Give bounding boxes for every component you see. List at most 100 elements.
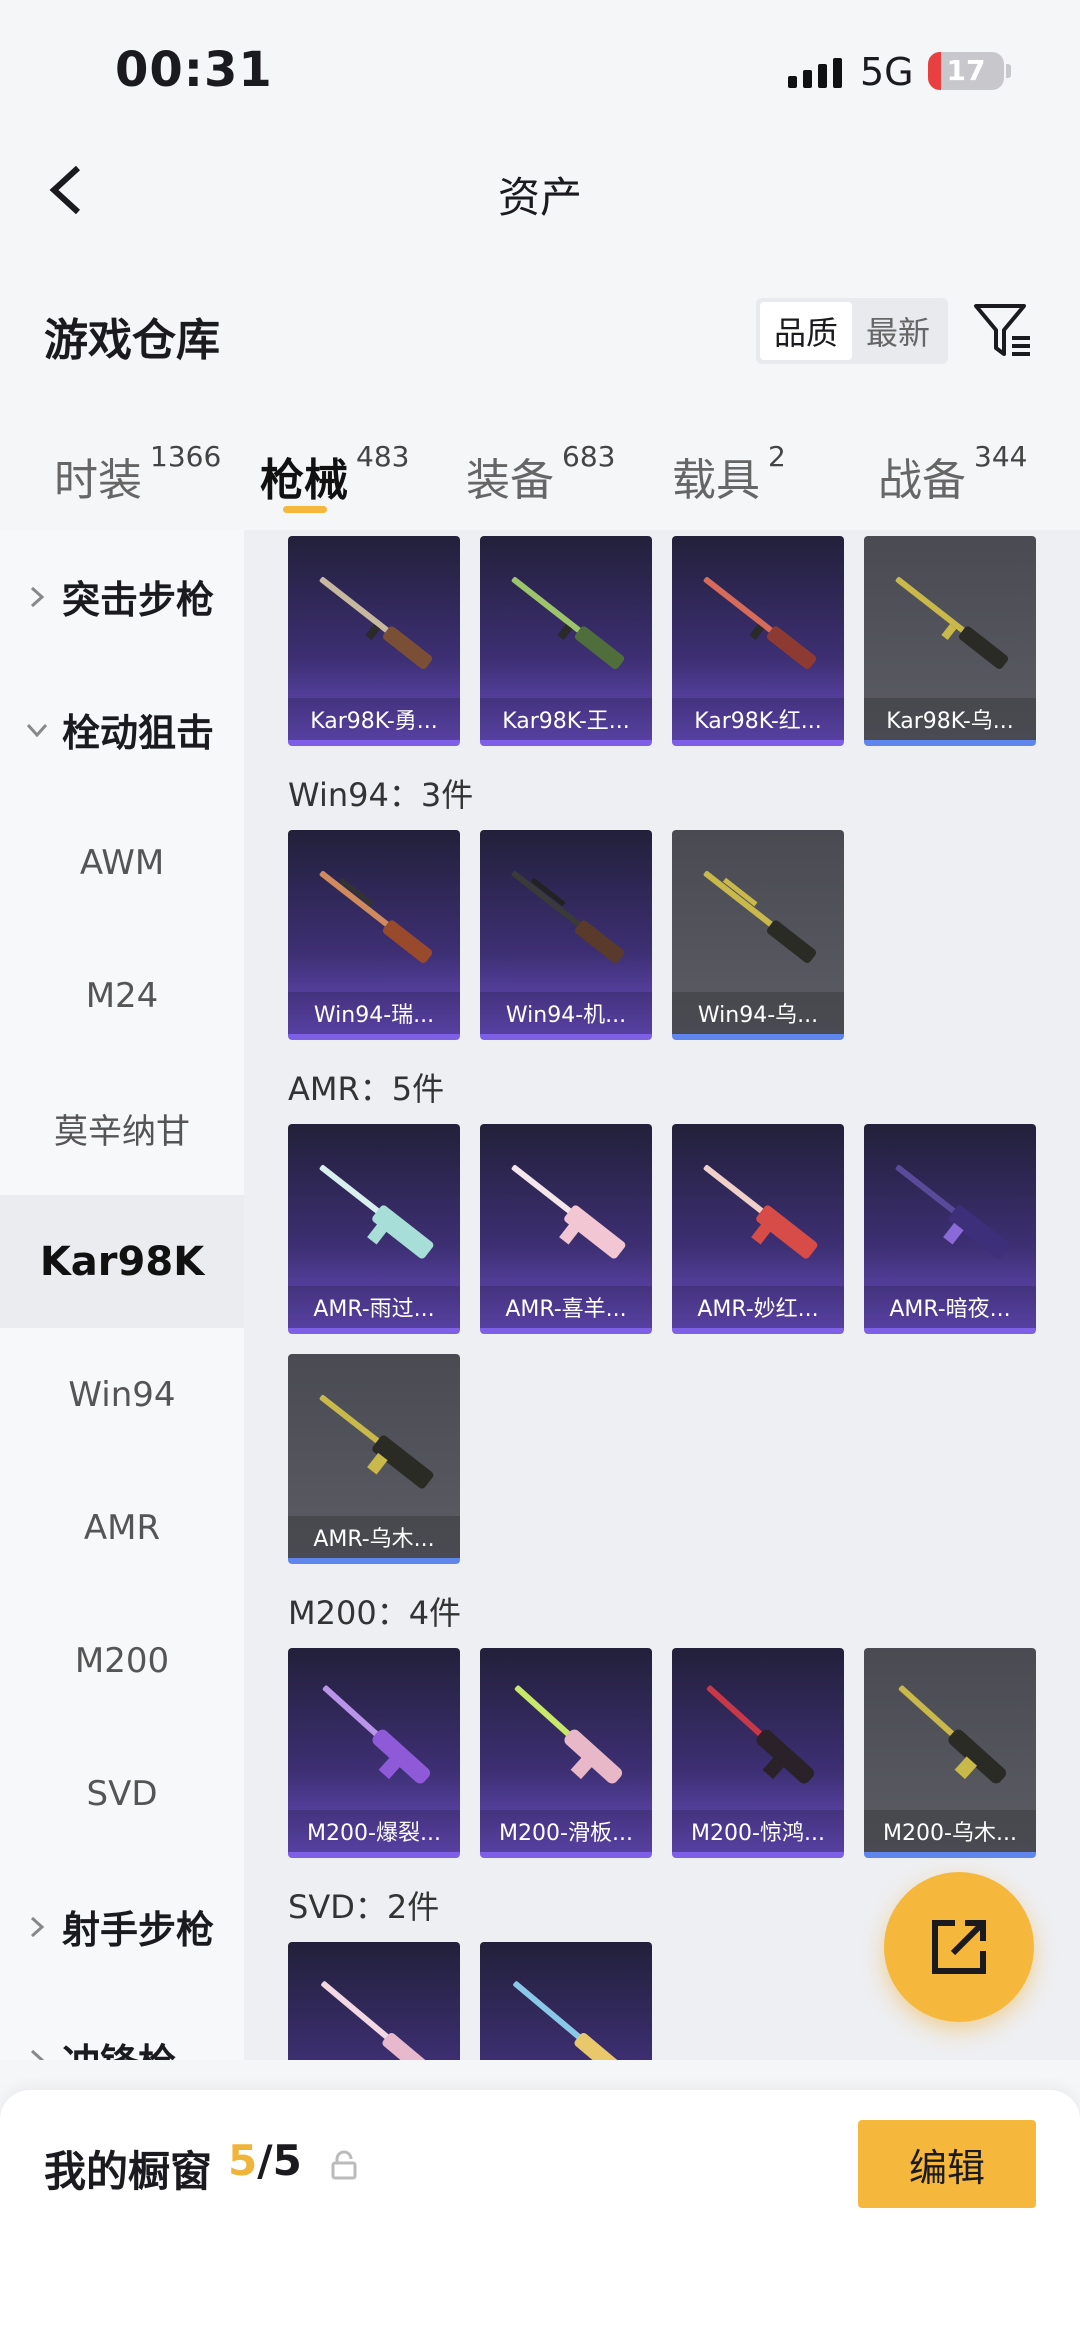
sidebar-item-kar98k[interactable]: Kar98K [0, 1195, 244, 1328]
item-card[interactable]: AMR-雨过... [288, 1124, 460, 1334]
signal-icon [788, 58, 842, 88]
item-grid: Kar98K-勇... Kar98K-王... Kar98K-红... Kar9… [244, 530, 1080, 2060]
rifle-icon [513, 1981, 623, 2060]
item-name: AMR-暗夜... [864, 1286, 1036, 1328]
rifle-icon [319, 1394, 434, 1489]
sidebar-group-marksman-rifle[interactable]: 射手步枪 [0, 1860, 244, 1993]
item-name: Win94-瑞... [288, 992, 460, 1034]
tab-label: 战备 [878, 455, 966, 506]
rifle-icon [895, 576, 1009, 669]
item-card[interactable]: M200-惊鸿... [672, 1648, 844, 1858]
rifle-icon [706, 1685, 815, 1784]
rifle-icon [322, 1685, 431, 1784]
item-card[interactable] [480, 1942, 652, 2060]
showcase-bar: 我的橱窗 5/5 编辑 [0, 2090, 1080, 2337]
sidebar-group-smg[interactable]: 冲锋枪 [0, 1993, 244, 2060]
tab-firearms[interactable]: 枪械 483 [260, 440, 409, 508]
tab-combat-gear[interactable]: 战备 344 [878, 440, 1027, 508]
item-card[interactable]: AMR-乌木... [288, 1354, 460, 1564]
item-name: M200-乌木... [864, 1810, 1036, 1852]
item-card[interactable]: M200-爆裂... [288, 1648, 460, 1858]
rifle-icon [511, 1164, 626, 1259]
tab-label: 装备 [466, 455, 554, 506]
filter-icon [974, 304, 1030, 356]
sidebar-item-mosin[interactable]: 莫辛纳甘 [0, 1062, 244, 1195]
item-card[interactable]: Win94-乌... [672, 830, 844, 1040]
rifle-icon [703, 1164, 818, 1259]
sidebar-item-m200[interactable]: M200 [0, 1594, 244, 1727]
item-card[interactable]: AMR-喜羊... [480, 1124, 652, 1334]
rifle-icon [898, 1685, 1007, 1784]
category-label: M200：4件 [288, 1594, 462, 1632]
item-card[interactable]: Kar98K-乌... [864, 536, 1036, 746]
sidebar-item-m24[interactable]: M24 [0, 929, 244, 1062]
showcase-current: 5 [228, 2136, 258, 2185]
tab-vehicles[interactable]: 载具 2 [672, 440, 786, 508]
sidebar-item-win94[interactable]: Win94 [0, 1328, 244, 1461]
item-card[interactable]: Kar98K-勇... [288, 536, 460, 746]
tab-count: 483 [356, 440, 410, 473]
category-label: SVD：2件 [288, 1888, 440, 1926]
item-name: M200-爆裂... [288, 1810, 460, 1852]
rifle-icon [895, 1164, 1010, 1259]
item-name: M200-惊鸿... [672, 1810, 844, 1852]
item-name: Win94-乌... [672, 992, 844, 1034]
item-name: Kar98K-王... [480, 698, 652, 740]
item-card[interactable]: Kar98K-王... [480, 536, 652, 746]
tab-label: 时装 [54, 455, 142, 506]
active-tab-indicator [283, 506, 327, 513]
item-card[interactable]: AMR-妙红... [672, 1124, 844, 1334]
sidebar-group-bolt-sniper[interactable]: 栓动狙击 [0, 663, 244, 796]
weapon-type-sidebar: 突击步枪 栓动狙击 AWM M24 莫辛纳甘 Kar98K Win94 AMR … [0, 530, 244, 2060]
sidebar-item-amr[interactable]: AMR [0, 1461, 244, 1594]
rifle-icon [319, 1164, 434, 1259]
tab-count: 1366 [150, 440, 222, 473]
tab-count: 2 [768, 440, 786, 473]
rifle-icon [511, 870, 625, 963]
item-card[interactable]: AMR-暗夜... [864, 1124, 1036, 1334]
battery-icon: 17 [928, 52, 1004, 90]
tab-label: 载具 [672, 455, 760, 506]
rifle-icon [321, 1981, 431, 2060]
edit-button[interactable]: 编辑 [858, 2120, 1036, 2208]
item-name: Kar98K-勇... [288, 698, 460, 740]
status-time: 00:31 [115, 42, 273, 98]
item-name: AMR-喜羊... [480, 1286, 652, 1328]
chevron-right-icon [30, 586, 45, 607]
rifle-icon [319, 870, 433, 963]
item-card[interactable]: Win94-瑞... [288, 830, 460, 1040]
share-icon [932, 1920, 986, 1974]
category-label: Win94：3件 [288, 776, 474, 814]
showcase-count: 5/5 [228, 2136, 302, 2185]
battery-level: 17 [946, 54, 986, 87]
sidebar-group-assault-rifle[interactable]: 突击步枪 [0, 530, 244, 663]
item-card[interactable]: Win94-机... [480, 830, 652, 1040]
section-header: 游戏仓库 品质 最新 [0, 280, 1080, 380]
item-card[interactable]: M200-滑板... [480, 1648, 652, 1858]
sidebar-item-label: 栓动狙击 [62, 711, 215, 755]
rifle-icon [514, 1685, 623, 1784]
sidebar-item-svd[interactable]: SVD [0, 1727, 244, 1860]
filter-button[interactable] [972, 300, 1034, 362]
battery-tip [1006, 64, 1011, 78]
item-card[interactable]: Kar98K-红... [672, 536, 844, 746]
category-label: AMR：5件 [288, 1070, 445, 1108]
sidebar-item-label: 突击步枪 [62, 578, 215, 622]
tab-costume[interactable]: 时装 1366 [54, 440, 221, 508]
rifle-icon [319, 576, 433, 669]
sidebar-item-awm[interactable]: AWM [0, 796, 244, 929]
status-bar: 00:31 5G 17 [0, 0, 1080, 140]
item-name: AMR-乌木... [288, 1516, 460, 1558]
lock-icon [331, 2150, 357, 2180]
item-card[interactable] [288, 1942, 460, 2060]
share-button[interactable] [884, 1872, 1034, 2022]
item-name: M200-滑板... [480, 1810, 652, 1852]
sort-quality[interactable]: 品质 [760, 302, 852, 360]
rifle-icon [511, 576, 625, 669]
chevron-right-icon [30, 2049, 45, 2060]
item-name: AMR-妙红... [672, 1286, 844, 1328]
tab-equipment[interactable]: 装备 683 [466, 440, 615, 508]
item-card[interactable]: M200-乌木... [864, 1648, 1036, 1858]
tab-count: 683 [562, 440, 616, 473]
sort-newest[interactable]: 最新 [852, 302, 944, 360]
